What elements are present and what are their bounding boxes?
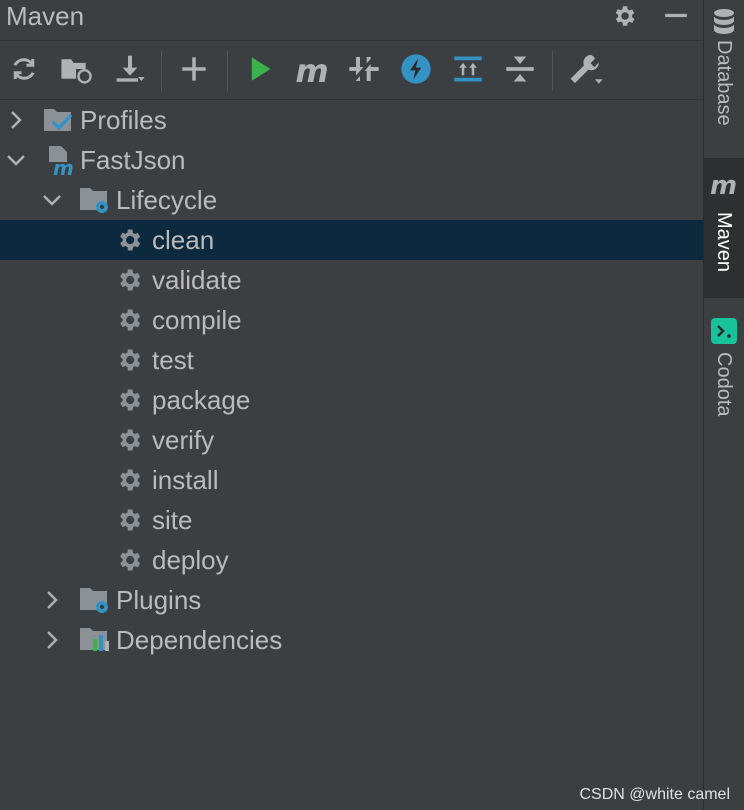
maven-m-icon: m [295, 52, 329, 90]
show-dependencies-button[interactable] [448, 51, 488, 91]
codota-icon [711, 318, 737, 349]
add-maven-project-button[interactable] [174, 51, 214, 91]
gear-icon [112, 304, 146, 336]
gear-icon [112, 464, 146, 496]
gear-icon [112, 384, 146, 416]
maven-m-icon: m [710, 171, 738, 201]
toolbar-separator [552, 51, 553, 91]
collapse-all-button[interactable] [500, 51, 540, 91]
lifecycle-goal-compile[interactable]: compile [0, 300, 703, 340]
toggle-offline-mode-button[interactable] [344, 51, 384, 91]
gear-icon [112, 424, 146, 456]
run-maven-build-button[interactable] [240, 51, 280, 91]
maven-toolbar: m [0, 40, 703, 100]
tool-window-header: Maven [0, 0, 703, 40]
dependencies-folder-icon [78, 624, 112, 656]
gear-icon [112, 264, 146, 296]
run-icon [246, 54, 274, 89]
svg-text:m: m [53, 156, 74, 176]
gear-icon [112, 344, 146, 376]
chevron-down-icon[interactable] [5, 148, 27, 172]
tree-node-label: Plugins [116, 585, 202, 615]
tree-node-lifecycle[interactable]: Lifecycle [0, 180, 703, 220]
lifecycle-folder-icon [78, 184, 112, 216]
plugins-folder-icon [78, 584, 112, 616]
reload-all-projects-button[interactable] [4, 51, 44, 91]
tab-label: Codota [713, 352, 735, 417]
lifecycle-goal-test[interactable]: test [0, 340, 703, 380]
tab-label: Maven [713, 212, 735, 273]
goal-label: compile [152, 305, 242, 335]
tree-node-dependencies[interactable]: Dependencies [0, 620, 703, 660]
skip-tests-button[interactable] [396, 51, 436, 91]
maven-settings-button[interactable] [566, 51, 606, 91]
download-icon [114, 53, 146, 90]
lifecycle-goal-package[interactable]: package [0, 380, 703, 420]
tree-node-profiles[interactable]: Profiles [0, 100, 703, 140]
watermark: CSDN @white camel [579, 786, 731, 803]
generate-sources-button[interactable] [56, 51, 96, 91]
tree-node-label: Dependencies [116, 625, 283, 655]
execute-maven-goal-button[interactable]: m [292, 51, 332, 91]
chevron-right-icon[interactable] [41, 588, 63, 612]
tab-database[interactable]: Database [704, 0, 744, 150]
maven-project-icon: m [42, 144, 76, 176]
reload-icon [9, 54, 39, 89]
toolbar-separator [161, 51, 162, 91]
goal-label: validate [152, 265, 242, 295]
profiles-icon [42, 104, 76, 136]
lightning-icon [400, 53, 432, 90]
minimize-icon[interactable] [658, 0, 694, 32]
chevron-down-icon[interactable] [41, 188, 63, 212]
goal-label: deploy [152, 545, 229, 575]
goal-label: test [152, 345, 194, 375]
panel-title: Maven [6, 1, 85, 31]
tree-node-label: FastJson [80, 145, 186, 175]
download-sources-button[interactable] [110, 51, 150, 91]
lifecycle-goal-deploy[interactable]: deploy [0, 540, 703, 580]
lifecycle-goal-validate[interactable]: validate [0, 260, 703, 300]
goal-label: site [152, 505, 193, 535]
tree-node-label: Profiles [80, 105, 167, 135]
dependencies-icon [452, 54, 484, 89]
goal-label: install [152, 465, 219, 495]
lifecycle-goal-site[interactable]: site [0, 500, 703, 540]
goal-label: package [152, 385, 251, 415]
right-tool-window-bar: Database m Maven Codota [703, 0, 744, 810]
database-icon [712, 8, 736, 41]
gear-icon [112, 504, 146, 536]
tree-node-plugins[interactable]: Plugins [0, 580, 703, 620]
gear-icon [112, 224, 146, 256]
tree-node-project[interactable]: m FastJson [0, 140, 703, 180]
goal-label: clean [152, 225, 215, 255]
goal-label: verify [152, 425, 215, 455]
gear-icon [112, 544, 146, 576]
toolbar-separator [227, 51, 228, 91]
tree-node-label: Lifecycle [116, 185, 218, 215]
folder-reload-icon [59, 54, 93, 89]
lifecycle-goal-install[interactable]: install [0, 460, 703, 500]
lifecycle-goal-verify[interactable]: verify [0, 420, 703, 460]
wrench-icon [568, 52, 604, 91]
maven-tool-window: Maven m Profiles m FastJson Lifecycle cl… [0, 0, 703, 810]
gear-icon[interactable] [606, 0, 642, 32]
offline-icon [348, 53, 380, 90]
tab-maven[interactable]: m Maven [704, 158, 744, 298]
tab-codota[interactable]: Codota [704, 310, 744, 440]
lifecycle-goal-clean[interactable]: clean [0, 220, 703, 260]
tab-label: Database [713, 40, 735, 126]
plus-icon [180, 55, 208, 88]
chevron-right-icon[interactable] [41, 628, 63, 652]
collapse-icon [505, 54, 535, 89]
chevron-right-icon[interactable] [5, 108, 27, 132]
